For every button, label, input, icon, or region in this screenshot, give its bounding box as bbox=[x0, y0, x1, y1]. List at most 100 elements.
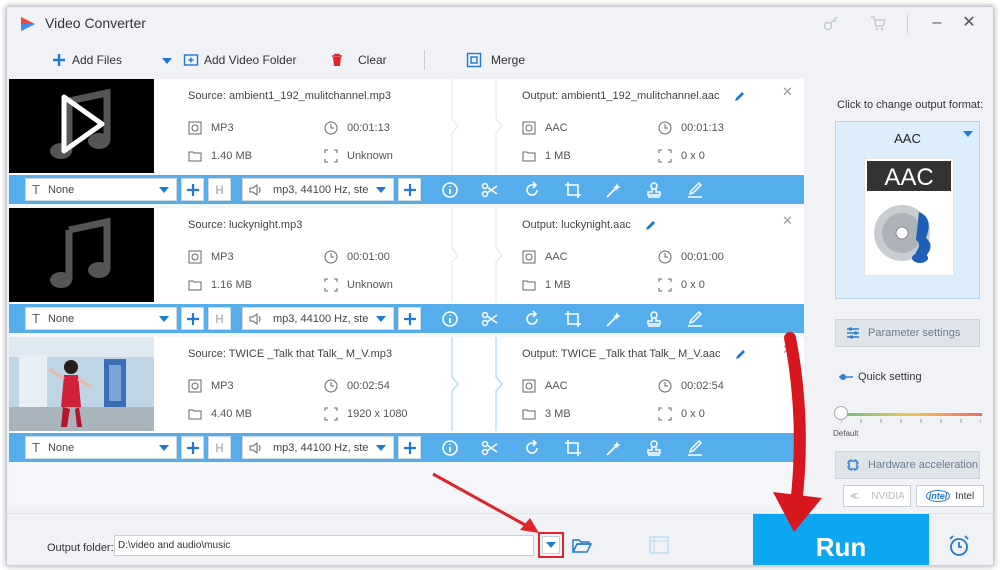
edit-name-icon[interactable] bbox=[645, 219, 657, 231]
output-format-selector[interactable]: AAC AAC bbox=[835, 121, 980, 299]
resolution-icon bbox=[324, 407, 338, 421]
music-icon bbox=[50, 217, 111, 288]
resolution-icon bbox=[658, 149, 672, 163]
plus-icon bbox=[403, 312, 416, 325]
nvidia-toggle[interactable]: NVIDIA bbox=[843, 485, 911, 507]
subtitle-select[interactable]: T None bbox=[25, 436, 177, 459]
intel-toggle[interactable]: intel Intel bbox=[916, 485, 984, 507]
file-item[interactable]: Source: TWICE _Talk that Talk_ M_V.mp3 M… bbox=[9, 337, 804, 462]
audio-track-select[interactable]: mp3, 44100 Hz, ste bbox=[242, 307, 394, 330]
info-icon[interactable] bbox=[441, 439, 459, 457]
audio-track-select[interactable]: mp3, 44100 Hz, ste bbox=[242, 436, 394, 459]
title-bar: Video Converter – ✕ bbox=[7, 7, 993, 41]
watermark-stamp-icon[interactable] bbox=[645, 181, 663, 199]
remove-item-icon[interactable]: ✕ bbox=[782, 342, 793, 358]
audio-track-select[interactable]: mp3, 44100 Hz, ste bbox=[242, 178, 394, 201]
resolution-icon bbox=[324, 278, 338, 292]
source-duration: 00:01:13 bbox=[324, 121, 390, 135]
folder-icon bbox=[522, 280, 536, 291]
hardware-acceleration-button[interactable]: Hardware acceleration bbox=[835, 451, 980, 479]
quality-slider-knob[interactable] bbox=[834, 406, 848, 420]
add-subtitle-button[interactable] bbox=[181, 436, 204, 459]
slider-ticks bbox=[841, 419, 981, 423]
hardsub-icon: H bbox=[215, 182, 224, 197]
effects-wand-icon[interactable] bbox=[605, 439, 623, 457]
remove-item-icon[interactable]: ✕ bbox=[782, 84, 793, 100]
run-button[interactable]: Run bbox=[753, 514, 929, 565]
quality-slider-track[interactable] bbox=[839, 413, 982, 416]
audio-track-value: mp3, 44100 Hz, ste bbox=[273, 312, 369, 325]
source-format: MP3 bbox=[188, 121, 234, 135]
minimize-button[interactable]: – bbox=[925, 11, 949, 35]
rotate-icon[interactable] bbox=[523, 310, 541, 328]
chevron-down-icon bbox=[376, 316, 386, 322]
edit-subtitle-icon[interactable] bbox=[686, 181, 704, 199]
source-filename: Source: luckynight.mp3 bbox=[188, 219, 303, 231]
hardsub-button[interactable]: H bbox=[208, 178, 231, 201]
edit-subtitle-icon[interactable] bbox=[686, 439, 704, 457]
crop-icon[interactable] bbox=[564, 439, 582, 457]
hardsub-button[interactable]: H bbox=[208, 307, 231, 330]
item-control-bar: T None H mp3, 44100 Hz, ste bbox=[9, 175, 804, 204]
merge-button[interactable]: Merge bbox=[466, 51, 525, 69]
output-size-value: 3 MB bbox=[545, 408, 571, 420]
subtitle-select[interactable]: T None bbox=[25, 178, 177, 201]
app-window: Video Converter – ✕ Add Files Add Video … bbox=[6, 6, 994, 566]
subtitle-select[interactable]: T None bbox=[25, 307, 177, 330]
edit-name-icon[interactable] bbox=[734, 90, 746, 102]
folder-icon bbox=[188, 151, 202, 162]
crop-icon[interactable] bbox=[564, 181, 582, 199]
rotate-icon[interactable] bbox=[523, 439, 541, 457]
clear-button[interactable]: Clear bbox=[329, 51, 387, 69]
output-folder-input[interactable]: D:\video and audio\music bbox=[114, 535, 534, 556]
app-logo-icon bbox=[21, 17, 35, 31]
output-format: AAC bbox=[522, 121, 568, 135]
parameter-settings-button[interactable]: Parameter settings bbox=[835, 319, 980, 347]
add-files-button[interactable]: Add Files bbox=[51, 51, 122, 69]
file-item[interactable]: Source: luckynight.mp3 MP3 00:01:00 1.16… bbox=[9, 208, 804, 333]
alarm-clock-icon[interactable] bbox=[947, 534, 971, 558]
clear-label: Clear bbox=[358, 53, 387, 67]
file-item[interactable]: Source: ambient1_192_mulitchannel.mp3 MP… bbox=[9, 79, 804, 204]
video-thumbnail bbox=[9, 337, 154, 431]
selected-format-name: AAC bbox=[894, 131, 921, 146]
format-icon-text: AAC bbox=[884, 164, 933, 191]
scissors-icon[interactable] bbox=[481, 310, 499, 328]
rotate-icon[interactable] bbox=[523, 181, 541, 199]
add-audio-button[interactable] bbox=[398, 307, 421, 330]
hardsub-button[interactable]: H bbox=[208, 436, 231, 459]
chevron-down-icon bbox=[376, 445, 386, 451]
add-subtitle-button[interactable] bbox=[181, 178, 204, 201]
output-format: AAC bbox=[522, 379, 568, 393]
output-format-value: AAC bbox=[545, 380, 568, 392]
highlight-box bbox=[538, 532, 564, 558]
add-video-folder-button[interactable]: Add Video Folder bbox=[183, 51, 297, 69]
chevron-down-icon bbox=[159, 187, 169, 193]
effects-wand-icon[interactable] bbox=[605, 181, 623, 199]
chevron-down-icon bbox=[159, 316, 169, 322]
edit-name-icon[interactable] bbox=[735, 348, 747, 360]
output-filename: Output: TWICE _Talk that Talk_ M_V.aac bbox=[522, 348, 747, 360]
watermark-stamp-icon[interactable] bbox=[645, 439, 663, 457]
key-icon[interactable] bbox=[822, 14, 840, 32]
crop-icon[interactable] bbox=[564, 310, 582, 328]
close-window-button[interactable]: ✕ bbox=[957, 11, 981, 35]
add-audio-button[interactable] bbox=[398, 436, 421, 459]
watermark-stamp-icon[interactable] bbox=[645, 310, 663, 328]
scissors-icon[interactable] bbox=[481, 439, 499, 457]
remove-item-icon[interactable]: ✕ bbox=[782, 213, 793, 229]
add-files-dropdown-icon[interactable] bbox=[161, 57, 173, 65]
info-icon[interactable] bbox=[441, 181, 459, 199]
source-format-value: MP3 bbox=[211, 122, 234, 134]
merge-output-icon[interactable] bbox=[649, 536, 669, 554]
edit-subtitle-icon[interactable] bbox=[686, 310, 704, 328]
cart-icon[interactable] bbox=[869, 14, 887, 32]
info-icon[interactable] bbox=[441, 310, 459, 328]
app-title: Video Converter bbox=[45, 15, 146, 31]
open-folder-icon[interactable] bbox=[572, 538, 592, 554]
clock-icon bbox=[324, 121, 338, 135]
add-subtitle-button[interactable] bbox=[181, 307, 204, 330]
effects-wand-icon[interactable] bbox=[605, 310, 623, 328]
scissors-icon[interactable] bbox=[481, 181, 499, 199]
add-audio-button[interactable] bbox=[398, 178, 421, 201]
